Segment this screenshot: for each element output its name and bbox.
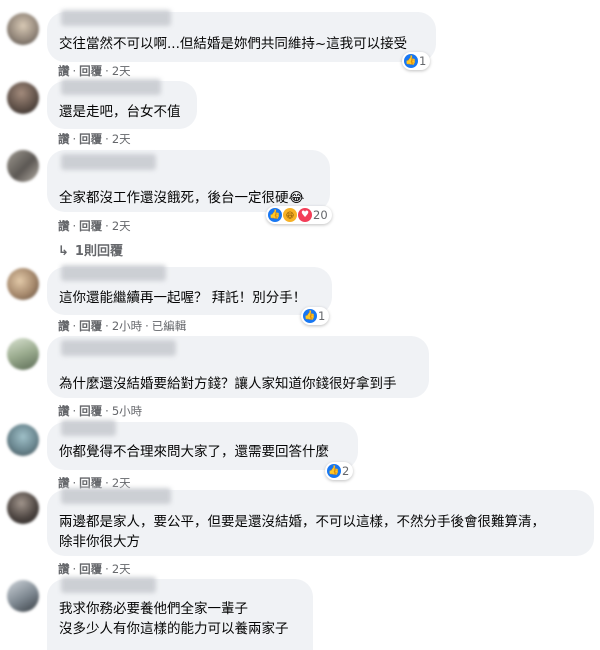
avatar[interactable]: [7, 268, 39, 300]
reply-link[interactable]: 回覆: [79, 64, 102, 78]
like-icon: 👍: [268, 208, 282, 222]
commenter-name[interactable]: [61, 10, 171, 26]
comment-bubble: 交往當然不可以啊...但結婚是妳們共同維持~這我可以接受: [47, 10, 436, 62]
comment-text: 交往當然不可以啊...但結婚是妳們共同維持~這我可以接受: [59, 36, 408, 52]
reply-link[interactable]: 回覆: [79, 319, 102, 333]
avatar[interactable]: [7, 424, 39, 456]
comment-text: 兩邊都是家人，要公平，但要是還沒結婚，不可以這樣，不然分手後會很難算清，: [59, 514, 545, 530]
comment-text-line-2: 沒多少人有你這樣的能力可以養兩家子: [59, 621, 289, 637]
like-icon: 👍: [303, 309, 317, 323]
haha-icon: 😆: [283, 208, 297, 222]
comment-bubble: 我求你務必要養他們全家一輩子 沒多少人有你這樣的能力可以養兩家子: [47, 577, 313, 650]
comment-actions: 讚 · 回覆 · 5小時: [58, 404, 143, 418]
timestamp[interactable]: 2天: [112, 64, 131, 78]
comment-text: 我求你務必要養他們全家一輩子: [59, 601, 248, 617]
comment-actions: 讚 · 回覆 · 2天: [58, 64, 131, 78]
avatar[interactable]: [7, 150, 39, 182]
comment-text: 你都覺得不合理來問大家了，還需要回答什麼: [59, 444, 329, 460]
timestamp[interactable]: 2天: [112, 562, 131, 576]
commenter-name[interactable]: [61, 154, 156, 170]
reaction-count: 20: [313, 208, 328, 222]
reply-link[interactable]: 回覆: [79, 404, 102, 418]
comment-bubble: 這你還能繼續再一起喔？ 拜託！別分手！: [47, 265, 332, 315]
reply-arrow-icon: ↳: [58, 244, 69, 259]
commenter-name[interactable]: [61, 577, 156, 593]
comment-bubble: 兩邊都是家人，要公平，但要是還沒結婚，不可以這樣，不然分手後會很難算清， 除非你…: [47, 488, 594, 556]
comment-actions: 讚 · 回覆 · 2小時 · 已編輯: [58, 319, 187, 333]
reaction-count: 2: [342, 464, 350, 478]
comment-bubble: 你都覺得不合理來問大家了，還需要回答什麼: [47, 420, 358, 470]
love-icon: ♥: [298, 208, 312, 222]
like-icon: 👍: [327, 464, 341, 478]
reaction-summary[interactable]: 👍 1: [402, 52, 431, 70]
avatar[interactable]: [7, 580, 39, 612]
reaction-count: 1: [419, 54, 427, 68]
comment-actions: 讚 · 回覆 · 2天: [58, 562, 131, 576]
view-replies-link[interactable]: ↳ 1則回覆: [58, 240, 123, 259]
like-link[interactable]: 讚: [58, 562, 70, 576]
comment-actions: 讚 · 回覆 · 2天: [58, 132, 131, 146]
reply-link[interactable]: 回覆: [79, 562, 102, 576]
reaction-summary[interactable]: 👍 😆 ♥ 20: [266, 206, 332, 224]
commenter-name[interactable]: [61, 265, 166, 281]
commenter-name[interactable]: [61, 488, 171, 504]
comment-text: 為什麼還沒結婚要給對方錢？讓人家知道你錢很好拿到手: [59, 376, 397, 392]
commenter-name[interactable]: [61, 420, 116, 436]
like-link[interactable]: 讚: [58, 319, 70, 333]
comment-text: 這你還能繼續再一起喔？ 拜託！別分手！: [59, 290, 307, 306]
avatar[interactable]: [7, 82, 39, 114]
reaction-count: 1: [318, 309, 326, 323]
like-link[interactable]: 讚: [58, 64, 70, 78]
reaction-summary[interactable]: 👍 2: [325, 462, 354, 480]
comment-actions: 讚 · 回覆 · 2天: [58, 219, 131, 233]
avatar[interactable]: [7, 492, 39, 524]
like-link[interactable]: 讚: [58, 404, 70, 418]
commenter-name[interactable]: [61, 79, 161, 95]
comment-bubble: 為什麼還沒結婚要給對方錢？讓人家知道你錢很好拿到手: [47, 336, 429, 398]
comment-text: 全家都沒工作還沒餓死，後台一定很硬😂: [59, 190, 305, 206]
comment-text-line-2: 除非你很大方: [59, 534, 140, 550]
reply-link[interactable]: 回覆: [79, 219, 102, 233]
replies-count: 1則回覆: [74, 244, 123, 259]
comment-bubble: 還是走吧，台女不值: [47, 79, 197, 129]
like-link[interactable]: 讚: [58, 132, 70, 146]
reaction-summary[interactable]: 👍 1: [301, 307, 330, 325]
avatar[interactable]: [7, 13, 39, 45]
avatar[interactable]: [7, 338, 39, 370]
timestamp[interactable]: 5小時: [112, 404, 142, 418]
commenter-name[interactable]: [61, 340, 176, 356]
like-link[interactable]: 讚: [58, 219, 70, 233]
comment-text: 還是走吧，台女不值: [59, 104, 181, 120]
reply-link[interactable]: 回覆: [79, 132, 102, 146]
timestamp[interactable]: 2小時: [112, 319, 142, 333]
edited-label[interactable]: 已編輯: [152, 319, 187, 333]
timestamp[interactable]: 2天: [112, 132, 131, 146]
timestamp[interactable]: 2天: [112, 219, 131, 233]
like-icon: 👍: [404, 54, 418, 68]
comment-bubble: 全家都沒工作還沒餓死，後台一定很硬😂: [47, 150, 330, 212]
